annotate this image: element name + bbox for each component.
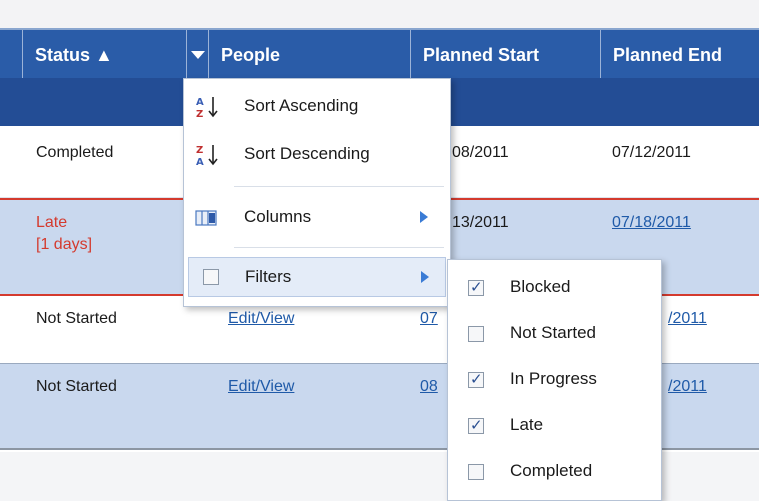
status-cell: Not Started bbox=[36, 378, 117, 395]
people-edit-link[interactable]: Edit/View bbox=[228, 310, 294, 328]
filters-checkbox[interactable] bbox=[203, 269, 219, 285]
planned-start-link[interactable]: 08 bbox=[420, 378, 438, 396]
planned-start-cell: 13/2011 bbox=[452, 214, 509, 231]
filter-label: In Progress bbox=[510, 369, 597, 388]
planned-start-link[interactable]: 07 bbox=[420, 310, 438, 328]
svg-text:A: A bbox=[196, 157, 204, 168]
filters-submenu: Blocked Not Started In Progress Late Com… bbox=[447, 259, 662, 501]
column-header-planned-end[interactable]: Planned End bbox=[600, 30, 759, 80]
status-detail: [1 days] bbox=[36, 236, 93, 253]
grid-header: Status ▲ People Planned Start Planned En… bbox=[0, 28, 759, 80]
column-menu-button[interactable] bbox=[186, 30, 208, 80]
status-cell: Not Started bbox=[36, 310, 117, 327]
column-header-planned-start[interactable]: Planned Start bbox=[410, 30, 600, 80]
filter-checkbox[interactable] bbox=[468, 370, 484, 388]
svg-text:Z: Z bbox=[196, 145, 203, 156]
filter-checkbox[interactable] bbox=[468, 416, 484, 434]
filter-option-not-started[interactable]: Not Started bbox=[448, 310, 661, 356]
menu-label: Sort Descending bbox=[244, 144, 370, 163]
filter-label: Not Started bbox=[510, 323, 596, 342]
svg-text:Z: Z bbox=[196, 109, 203, 120]
filter-option-completed[interactable]: Completed bbox=[448, 448, 661, 494]
planned-end-cell: 07/12/2011 bbox=[612, 144, 691, 161]
filter-checkbox[interactable] bbox=[468, 278, 484, 296]
filter-checkbox[interactable] bbox=[468, 464, 484, 480]
planned-start-cell: 08/2011 bbox=[452, 144, 509, 161]
menu-item-columns[interactable]: Columns bbox=[184, 196, 450, 238]
planned-end-link[interactable]: /2011 bbox=[668, 310, 707, 328]
column-header-status[interactable]: Status ▲ bbox=[22, 30, 186, 80]
filter-label: Completed bbox=[510, 461, 593, 480]
column-menu: A Z Sort Ascending Z A Sort Descending C… bbox=[183, 78, 451, 307]
status-cell: Late bbox=[36, 214, 68, 231]
filter-label: Blocked bbox=[510, 277, 571, 296]
menu-label: Filters bbox=[245, 267, 292, 286]
menu-divider bbox=[234, 247, 444, 248]
submenu-arrow-icon bbox=[420, 211, 428, 223]
sort-ascending-icon: A Z bbox=[196, 97, 218, 120]
people-edit-link[interactable]: Edit/View bbox=[228, 378, 294, 396]
menu-item-sort-descending[interactable]: Z A Sort Descending bbox=[184, 133, 450, 175]
sort-descending-icon: Z A bbox=[196, 145, 218, 168]
menu-label: Sort Ascending bbox=[244, 96, 359, 115]
filter-checkbox[interactable] bbox=[468, 326, 484, 342]
filter-option-late[interactable]: Late bbox=[448, 402, 661, 448]
svg-text:A: A bbox=[196, 97, 204, 108]
menu-divider bbox=[234, 186, 444, 187]
toolbar-strip bbox=[0, 0, 759, 28]
column-header-people[interactable]: People bbox=[208, 30, 410, 80]
chevron-down-icon bbox=[191, 51, 205, 59]
filter-option-in-progress[interactable]: In Progress bbox=[448, 356, 661, 402]
menu-label: Columns bbox=[244, 207, 312, 226]
menu-item-filters[interactable]: Filters bbox=[188, 257, 446, 297]
columns-icon bbox=[195, 210, 217, 226]
submenu-arrow-icon bbox=[421, 271, 429, 283]
status-cell: Completed bbox=[36, 144, 114, 161]
filter-option-blocked[interactable]: Blocked bbox=[448, 264, 661, 310]
filter-label: Late bbox=[510, 415, 544, 434]
menu-item-sort-ascending[interactable]: A Z Sort Ascending bbox=[184, 85, 450, 127]
planned-end-link[interactable]: /2011 bbox=[668, 378, 707, 396]
planned-end-link[interactable]: 07/18/2011 bbox=[612, 214, 691, 232]
